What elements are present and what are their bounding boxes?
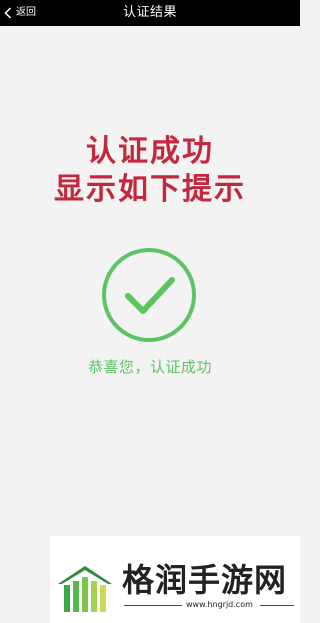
divider [260, 605, 294, 606]
result-content: 认证成功 显示如下提示 恭喜您，认证成功 格润手游网 www.hngrjd.co… [0, 26, 300, 623]
divider [124, 605, 182, 606]
check-circle-icon [101, 247, 197, 343]
top-bar: 返回 认证结果 [0, 0, 300, 26]
headline-line-1: 认证成功 [86, 134, 214, 169]
site-logo-icon [56, 564, 114, 614]
page-title: 认证结果 [122, 5, 177, 20]
site-url: www.hngrjd.com [186, 600, 253, 609]
site-watermark: 格润手游网 www.hngrjd.com [50, 536, 300, 623]
site-name: 格润手游网 [122, 561, 288, 599]
success-message: 恭喜您，认证成功 [87, 358, 212, 376]
headline-line-2: 显示如下提示 [54, 172, 246, 207]
